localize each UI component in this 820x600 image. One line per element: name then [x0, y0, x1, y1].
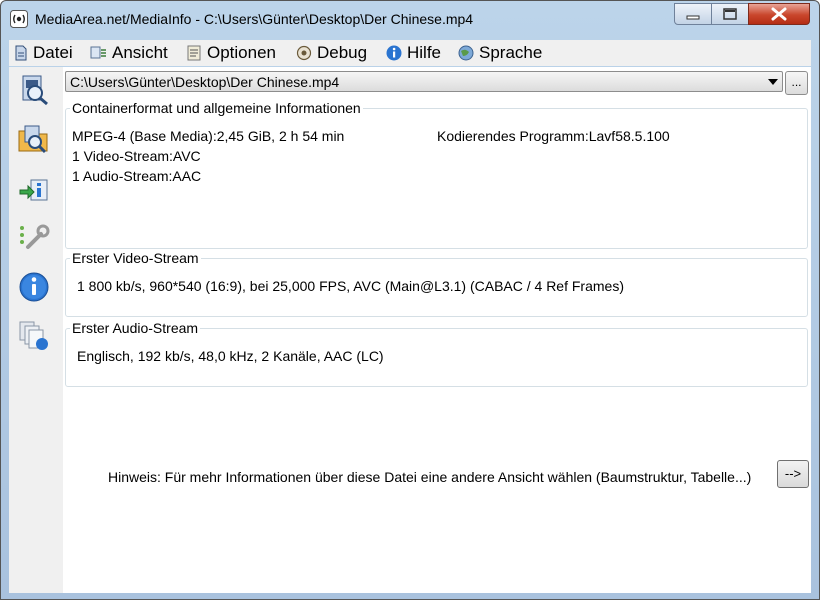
video-stream-legend: Erster Video-Stream: [72, 250, 199, 266]
language-icon: [458, 45, 474, 61]
open-file-icon[interactable]: [17, 73, 51, 107]
view-icon: [90, 46, 106, 59]
menu-datei[interactable]: Datei: [13, 43, 73, 63]
audio-stream-count: 1 Audio-Stream:AAC: [72, 168, 202, 184]
menu-ansicht[interactable]: Ansicht: [90, 43, 168, 63]
view-hint-text: Hinweis: Für mehr Informationen über die…: [108, 469, 752, 485]
menu-hilfe[interactable]: Hilfe: [385, 43, 441, 63]
menu-sprache[interactable]: Sprache: [457, 43, 542, 63]
audio-stream-summary: Englisch, 192 kb/s, 48,0 kHz, 2 Kanäle, …: [77, 348, 384, 364]
window-title: MediaArea.net/MediaInfo - C:\Users\Günte…: [35, 11, 474, 27]
check-updates-icon[interactable]: [17, 319, 51, 353]
audio-stream-legend: Erster Audio-Stream: [72, 320, 199, 336]
app-window: MediaArea.net/MediaInfo - C:\Users\Günte…: [0, 0, 820, 600]
menu-ansicht-label: Ansicht: [112, 43, 168, 62]
next-view-button[interactable]: -->: [777, 460, 809, 488]
options-icon: [187, 45, 201, 61]
title-bar[interactable]: MediaArea.net/MediaInfo - C:\Users\Günte…: [1, 1, 819, 37]
browse-button[interactable]: ...: [785, 71, 808, 95]
minimize-button[interactable]: [674, 3, 712, 25]
video-stream-group: Erster Video-Stream 1 800 kb/s, 960*540 …: [65, 250, 808, 317]
export-icon[interactable]: [17, 174, 51, 208]
audio-stream-group: Erster Audio-Stream Englisch, 192 kb/s, …: [65, 320, 808, 387]
help-icon: [386, 45, 402, 61]
file-icon: [15, 45, 27, 61]
mediainfo-app-icon: [10, 10, 28, 28]
debug-icon: [296, 45, 312, 61]
main-panel: C:\Users\Günter\Desktop\Der Chinese.mp4 …: [9, 67, 811, 593]
video-stream-count: 1 Video-Stream:AVC: [72, 148, 201, 164]
menu-bar: Datei Ansicht Optionen Debug Hilfe Sprac…: [9, 40, 811, 66]
general-info-group: Containerformat und allgemeine Informati…: [65, 100, 808, 249]
chevron-down-icon[interactable]: [768, 79, 778, 85]
container-format-line: MPEG-4 (Base Media):2,45 GiB, 2 h 54 min: [72, 128, 345, 144]
menu-optionen[interactable]: Optionen: [187, 43, 276, 63]
video-stream-summary: 1 800 kb/s, 960*540 (16:9), bei 25,000 F…: [77, 278, 624, 294]
menu-hilfe-label: Hilfe: [407, 43, 442, 62]
maximize-button[interactable]: [711, 3, 749, 25]
general-info-legend: Containerformat und allgemeine Informati…: [72, 100, 361, 116]
about-icon[interactable]: [17, 270, 51, 304]
file-selector-combo[interactable]: C:\Users\Günter\Desktop\Der Chinese.mp4: [65, 71, 783, 92]
menu-sprache-label: Sprache: [479, 43, 543, 62]
encoder-line: Kodierendes Programm:Lavf58.5.100: [437, 128, 670, 144]
menu-datei-label: Datei: [33, 43, 73, 62]
file-selector-value: C:\Users\Günter\Desktop\Der Chinese.mp4: [70, 74, 340, 90]
menu-debug[interactable]: Debug: [295, 43, 367, 63]
sidebar-toolbar: [9, 67, 63, 593]
close-button[interactable]: [748, 3, 810, 25]
preferences-icon[interactable]: [17, 222, 51, 256]
menu-optionen-label: Optionen: [207, 43, 276, 62]
open-folder-icon[interactable]: [17, 122, 51, 156]
menu-debug-label: Debug: [317, 43, 368, 62]
